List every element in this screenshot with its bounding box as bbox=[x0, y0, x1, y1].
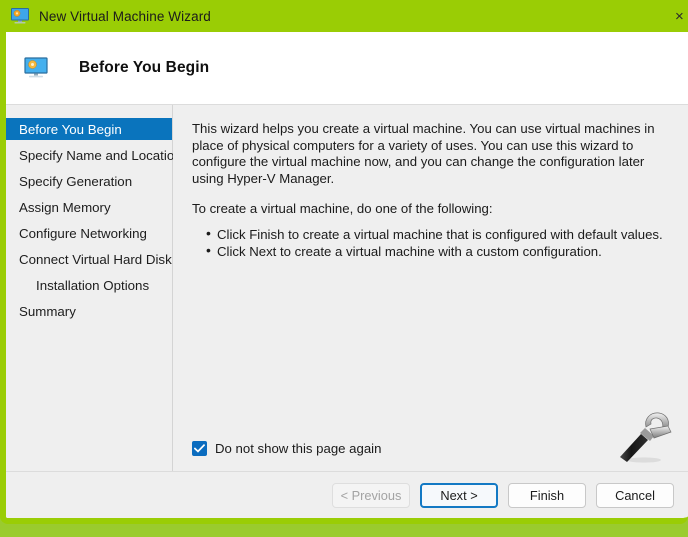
wizard-header: Before You Begin bbox=[6, 32, 688, 105]
sidebar-item-specify-generation[interactable]: Specify Generation bbox=[6, 170, 172, 192]
hammer-icon bbox=[610, 407, 672, 463]
vm-monitor-gear-icon bbox=[23, 56, 49, 80]
intro-paragraph: This wizard helps you create a virtual m… bbox=[192, 121, 655, 186]
wizard-content-pane: This wizard helps you create a virtual m… bbox=[173, 105, 688, 471]
do-not-show-again-checkbox[interactable] bbox=[192, 441, 207, 456]
title-bar: New Virtual Machine Wizard × bbox=[6, 0, 688, 32]
close-icon[interactable]: × bbox=[674, 0, 688, 32]
wizard-body: Before You Begin Specify Name and Locati… bbox=[6, 105, 688, 471]
list-item: Click Finish to create a virtual machine… bbox=[206, 225, 674, 243]
next-button[interactable]: Next > bbox=[420, 482, 498, 508]
sidebar-item-specify-name-and-location[interactable]: Specify Name and Location bbox=[6, 144, 182, 166]
checkmark-icon bbox=[194, 444, 205, 453]
sidebar-item-connect-virtual-hard-disk[interactable]: Connect Virtual Hard Disk bbox=[6, 248, 172, 270]
cancel-button[interactable]: Cancel bbox=[596, 482, 674, 508]
list-item: Click Next to create a virtual machine w… bbox=[206, 242, 674, 260]
sidebar-item-before-you-begin[interactable]: Before You Begin bbox=[6, 118, 172, 140]
window-controls: × bbox=[674, 0, 688, 32]
previous-button[interactable]: < Previous bbox=[332, 482, 410, 508]
new-virtual-machine-wizard-window: New Virtual Machine Wizard × Before You … bbox=[0, 0, 688, 524]
window-title: New Virtual Machine Wizard bbox=[39, 8, 211, 24]
sidebar-item-configure-networking[interactable]: Configure Networking bbox=[6, 222, 172, 244]
do-not-show-again-row[interactable]: Do not show this page again bbox=[192, 441, 381, 456]
sidebar-item-installation-options[interactable]: Installation Options bbox=[6, 274, 172, 296]
wizard-footer: < Previous Next > Finish Cancel bbox=[6, 471, 688, 518]
vm-monitor-gear-icon bbox=[10, 7, 30, 25]
finish-button[interactable]: Finish bbox=[508, 482, 586, 508]
instruction-paragraph: To create a virtual machine, do one of t… bbox=[192, 201, 493, 216]
page-title: Before You Begin bbox=[79, 59, 210, 76]
sidebar-item-assign-memory[interactable]: Assign Memory bbox=[6, 196, 172, 218]
sidebar-item-summary[interactable]: Summary bbox=[6, 300, 172, 322]
instruction-bullet-list: Click Finish to create a virtual machine… bbox=[192, 225, 674, 260]
wizard-step-sidebar: Before You Begin Specify Name and Locati… bbox=[6, 105, 182, 471]
do-not-show-again-label[interactable]: Do not show this page again bbox=[215, 441, 381, 456]
